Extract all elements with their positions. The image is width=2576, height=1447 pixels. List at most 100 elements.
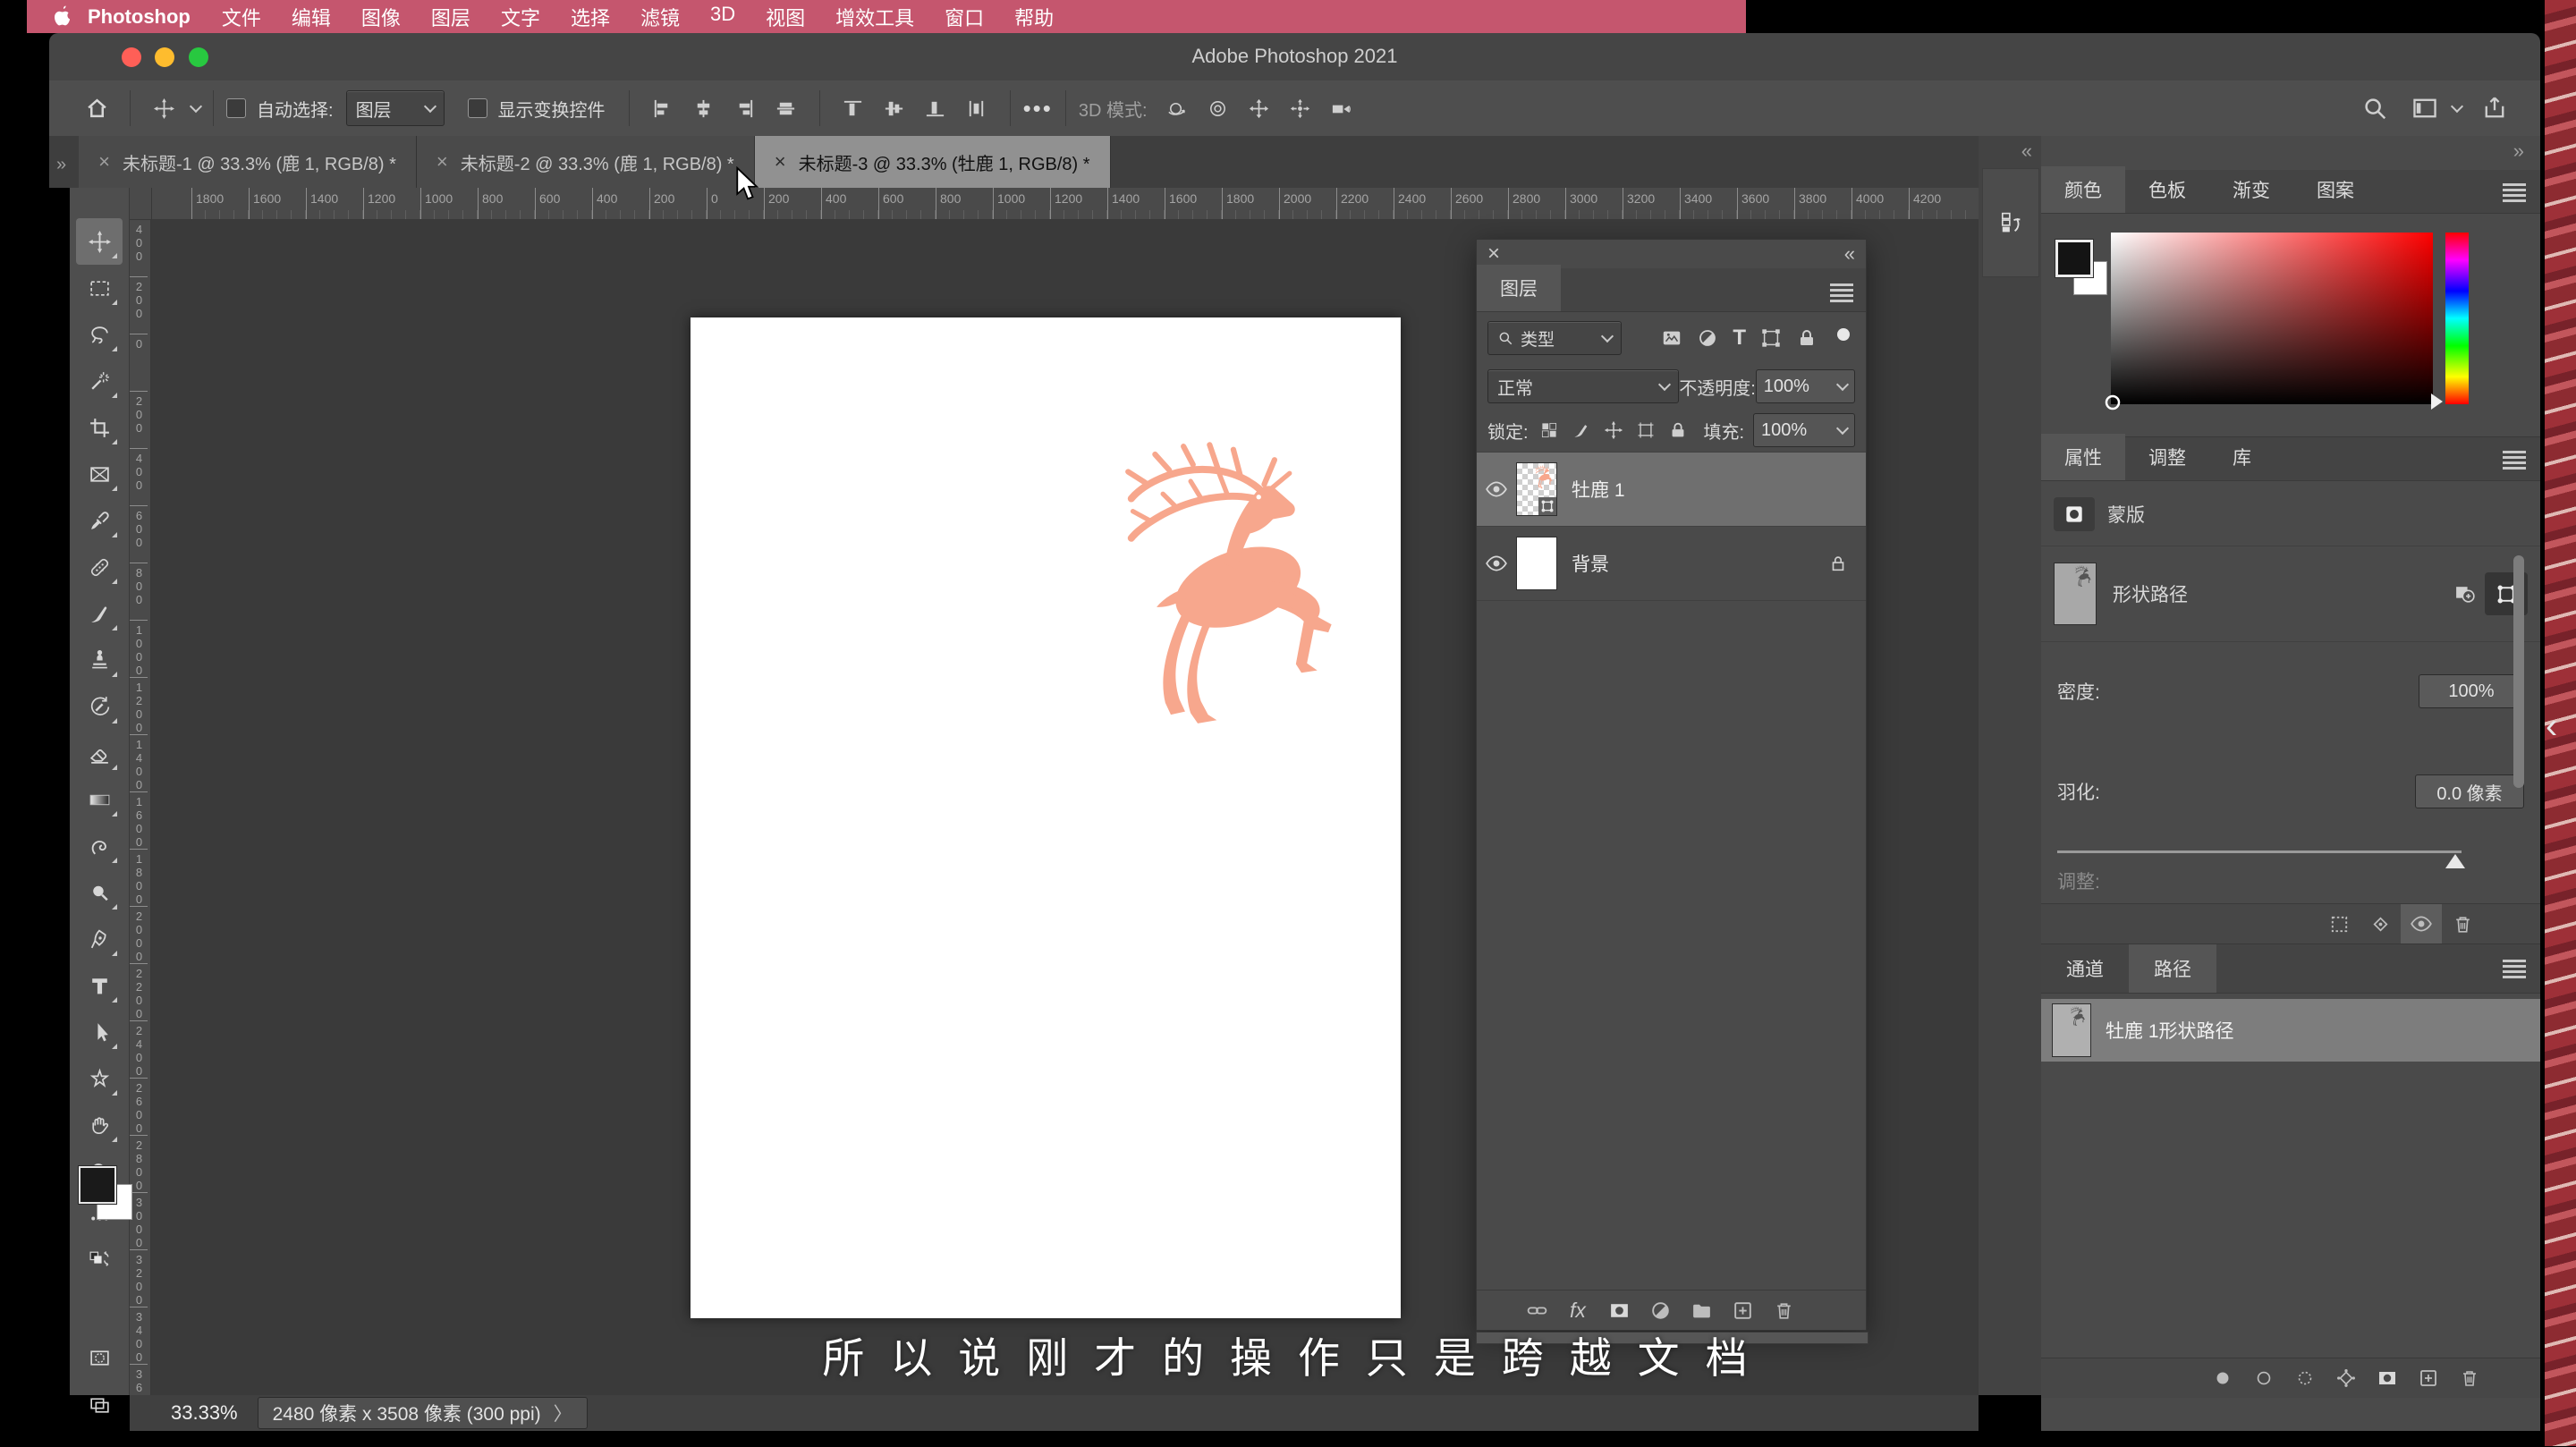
apple-icon[interactable] <box>52 5 72 29</box>
menu-item[interactable]: 文件 <box>222 3 261 31</box>
fill-input[interactable]: 100% <box>1753 413 1855 447</box>
distribute-icon[interactable] <box>956 97 997 120</box>
tool-history-brush[interactable] <box>76 683 123 730</box>
lock-position-icon[interactable] <box>1604 420 1623 440</box>
tool-healing-brush[interactable] <box>76 544 123 590</box>
density-slider-track[interactable] <box>2057 850 2462 853</box>
panel-menu-icon[interactable] <box>2503 448 2526 472</box>
density-slider-thumb[interactable] <box>2445 854 2465 868</box>
align-left-icon[interactable] <box>642 97 683 120</box>
properties-scrollbar[interactable] <box>2513 555 2524 788</box>
layers-panel-tab[interactable]: 图层 <box>1477 265 1561 311</box>
document-tab-2[interactable]: × 未标题-2 @ 33.3% (鹿 1, RGB/8) * <box>416 136 755 188</box>
foreground-color-swatch[interactable] <box>78 1165 117 1205</box>
add-shape-path-icon[interactable] <box>2445 582 2485 606</box>
menu-item[interactable]: 图像 <box>361 3 401 31</box>
tool-move[interactable] <box>76 218 123 265</box>
move-tool-chevron-icon[interactable] <box>189 99 203 114</box>
layer-thumbnail[interactable] <box>1516 537 1557 590</box>
feather-input[interactable]: 0.0 像素 <box>2415 774 2524 808</box>
search-icon[interactable] <box>2354 95 2395 122</box>
layer-effects-icon[interactable]: fx <box>1557 1299 1598 1323</box>
saturation-brightness-field[interactable] <box>2111 233 2433 404</box>
align-middle-icon[interactable] <box>874 97 915 120</box>
color-field-marker[interactable] <box>2104 393 2122 411</box>
hue-slider-marker[interactable] <box>2431 393 2443 410</box>
filter-lock-icon[interactable] <box>1796 327 1818 349</box>
path-row[interactable]: 牡鹿 1形状路径 <box>2041 999 2540 1062</box>
3d-orbit-icon[interactable] <box>1157 97 1198 120</box>
panel-menu-icon[interactable] <box>1830 281 1853 305</box>
menu-item[interactable]: 3D <box>710 3 735 31</box>
tool-clone-stamp[interactable] <box>76 637 123 683</box>
tool-pen[interactable] <box>76 916 123 962</box>
tool-dodge[interactable] <box>76 869 123 916</box>
path-thumbnail[interactable] <box>2052 1003 2091 1057</box>
layer-visibility-toggle[interactable] <box>1477 552 1516 575</box>
add-layer-mask-icon[interactable] <box>1598 1299 1640 1322</box>
menu-item[interactable]: 增效工具 <box>835 3 914 31</box>
align-right-icon[interactable] <box>724 97 766 120</box>
density-input[interactable]: 100% <box>2419 674 2524 708</box>
close-tab-icon[interactable]: × <box>775 150 786 173</box>
menu-app-name[interactable]: Photoshop <box>88 5 191 29</box>
ruler-corner[interactable] <box>130 188 152 220</box>
panel-tab[interactable]: 颜色 <box>2041 166 2125 213</box>
auto-select-dropdown[interactable]: 图层 <box>345 90 445 126</box>
filter-image-icon[interactable] <box>1661 327 1682 349</box>
3d-slide-icon[interactable] <box>1280 97 1321 120</box>
auto-select-checkbox[interactable] <box>226 98 246 118</box>
home-button[interactable] <box>76 97 117 120</box>
document-tab-3-active[interactable]: × 未标题-3 @ 33.3% (牡鹿 1, RGB/8) * <box>754 136 1111 188</box>
zoom-level-value[interactable]: 33.33% <box>171 1401 238 1425</box>
lock-pixels-icon[interactable] <box>1572 420 1591 440</box>
tool-type[interactable] <box>76 962 123 1009</box>
more-options-icon[interactable]: ••• <box>1023 95 1053 123</box>
tool-path-select[interactable] <box>76 1009 123 1055</box>
stag-artwork[interactable] <box>1109 429 1370 740</box>
tool-brush[interactable] <box>76 590 123 637</box>
align-bottom-icon[interactable] <box>915 97 956 120</box>
panel-tab[interactable]: 渐变 <box>2209 166 2293 213</box>
tool-custom-shape[interactable] <box>76 1055 123 1102</box>
share-icon[interactable] <box>2474 95 2515 122</box>
workspace-chevron-icon[interactable] <box>2450 99 2464 114</box>
tool-smudge[interactable] <box>76 823 123 869</box>
swap-colors[interactable] <box>76 1241 123 1277</box>
menu-item[interactable]: 窗口 <box>945 3 984 31</box>
mask-visibility-toggle[interactable] <box>2401 904 2442 944</box>
tool-eraser[interactable] <box>76 730 123 776</box>
filter-toggle-icon[interactable] <box>1832 326 1855 350</box>
panel-tab[interactable]: 属性 <box>2041 434 2125 480</box>
document-canvas[interactable] <box>691 317 1401 1318</box>
layer-visibility-toggle[interactable] <box>1477 478 1516 501</box>
filter-type-text-icon[interactable]: T <box>1733 326 1746 351</box>
shape-path-thumbnail[interactable] <box>2054 563 2097 625</box>
3d-camera-icon[interactable] <box>1321 97 1362 120</box>
document-info-box[interactable]: 2480 像素 x 3508 像素 (300 ppi) 〉 <box>257 1397 588 1429</box>
show-transform-checkbox[interactable] <box>467 98 487 118</box>
load-selection-icon[interactable] <box>2318 913 2360 935</box>
screen-mode-button[interactable] <box>76 1381 123 1427</box>
menu-item[interactable]: 选择 <box>571 3 610 31</box>
new-layer-icon[interactable] <box>1722 1299 1763 1322</box>
tool-gradient[interactable] <box>76 776 123 823</box>
workspace-switcher-icon[interactable] <box>2404 95 2445 122</box>
lock-all-icon[interactable] <box>1668 420 1688 440</box>
menu-item[interactable]: 帮助 <box>1014 3 1054 31</box>
blend-mode-dropdown[interactable]: 正常 <box>1487 369 1680 403</box>
lock-transparency-icon[interactable] <box>1539 420 1559 440</box>
3d-roll-icon[interactable] <box>1198 97 1239 120</box>
panel-tab[interactable]: 库 <box>2209 434 2275 480</box>
close-tab-icon[interactable]: × <box>436 150 448 173</box>
tool-quick-selection[interactable] <box>76 358 123 404</box>
layer-name[interactable]: 背景 <box>1572 550 1609 577</box>
new-adjustment-layer-icon[interactable] <box>1640 1299 1681 1322</box>
menu-item[interactable]: 文字 <box>501 3 540 31</box>
document-tab-1[interactable]: × 未标题-1 @ 33.3% (鹿 1, RGB/8) * <box>79 136 417 188</box>
history-panel-button[interactable] <box>1982 168 2039 277</box>
opacity-input[interactable]: 100% <box>1755 369 1855 403</box>
panel-tab[interactable]: 图案 <box>2293 166 2377 213</box>
tool-marquee[interactable] <box>76 265 123 311</box>
lock-artboard-icon[interactable] <box>1636 420 1656 440</box>
